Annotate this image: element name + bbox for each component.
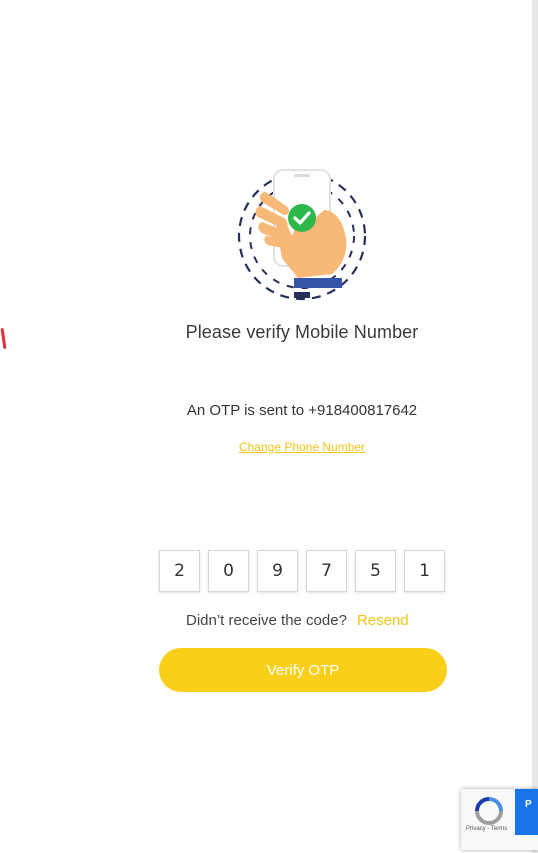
recaptcha-panel: P	[515, 789, 538, 835]
page-title: Please verify Mobile Number	[185, 322, 419, 342]
recaptcha-badge[interactable]: Privacy - Terms P	[461, 789, 538, 850]
otp-input-group: 2 0 9 7 5 1	[159, 550, 445, 592]
otp-digit-6[interactable]: 1	[404, 550, 445, 592]
change-phone-link[interactable]: Change Phone Number	[0, 440, 538, 454]
otp-digit-2[interactable]: 0	[208, 550, 249, 592]
resend-link[interactable]: Resend	[357, 612, 409, 629]
recaptcha-panel-text: P	[525, 799, 532, 810]
resend-row: Didn’t receive the code? Resend	[186, 612, 409, 629]
phone-in-hand-check-icon	[236, 166, 370, 302]
recaptcha-logo-icon	[473, 795, 505, 827]
recaptcha-terms[interactable]: Privacy - Terms	[466, 826, 507, 832]
scrollbar-track[interactable]	[532, 0, 538, 853]
otp-digit-4[interactable]: 7	[306, 550, 347, 592]
otp-digit-3[interactable]: 9	[257, 550, 298, 592]
otp-digit-5[interactable]: 5	[355, 550, 396, 592]
verify-otp-button[interactable]: Verify OTP	[159, 648, 447, 692]
resend-prompt: Didn’t receive the code?	[186, 612, 347, 629]
otp-digit-1[interactable]: 2	[159, 550, 200, 592]
otp-sent-message: An OTP is sent to +918400817642	[186, 402, 418, 419]
